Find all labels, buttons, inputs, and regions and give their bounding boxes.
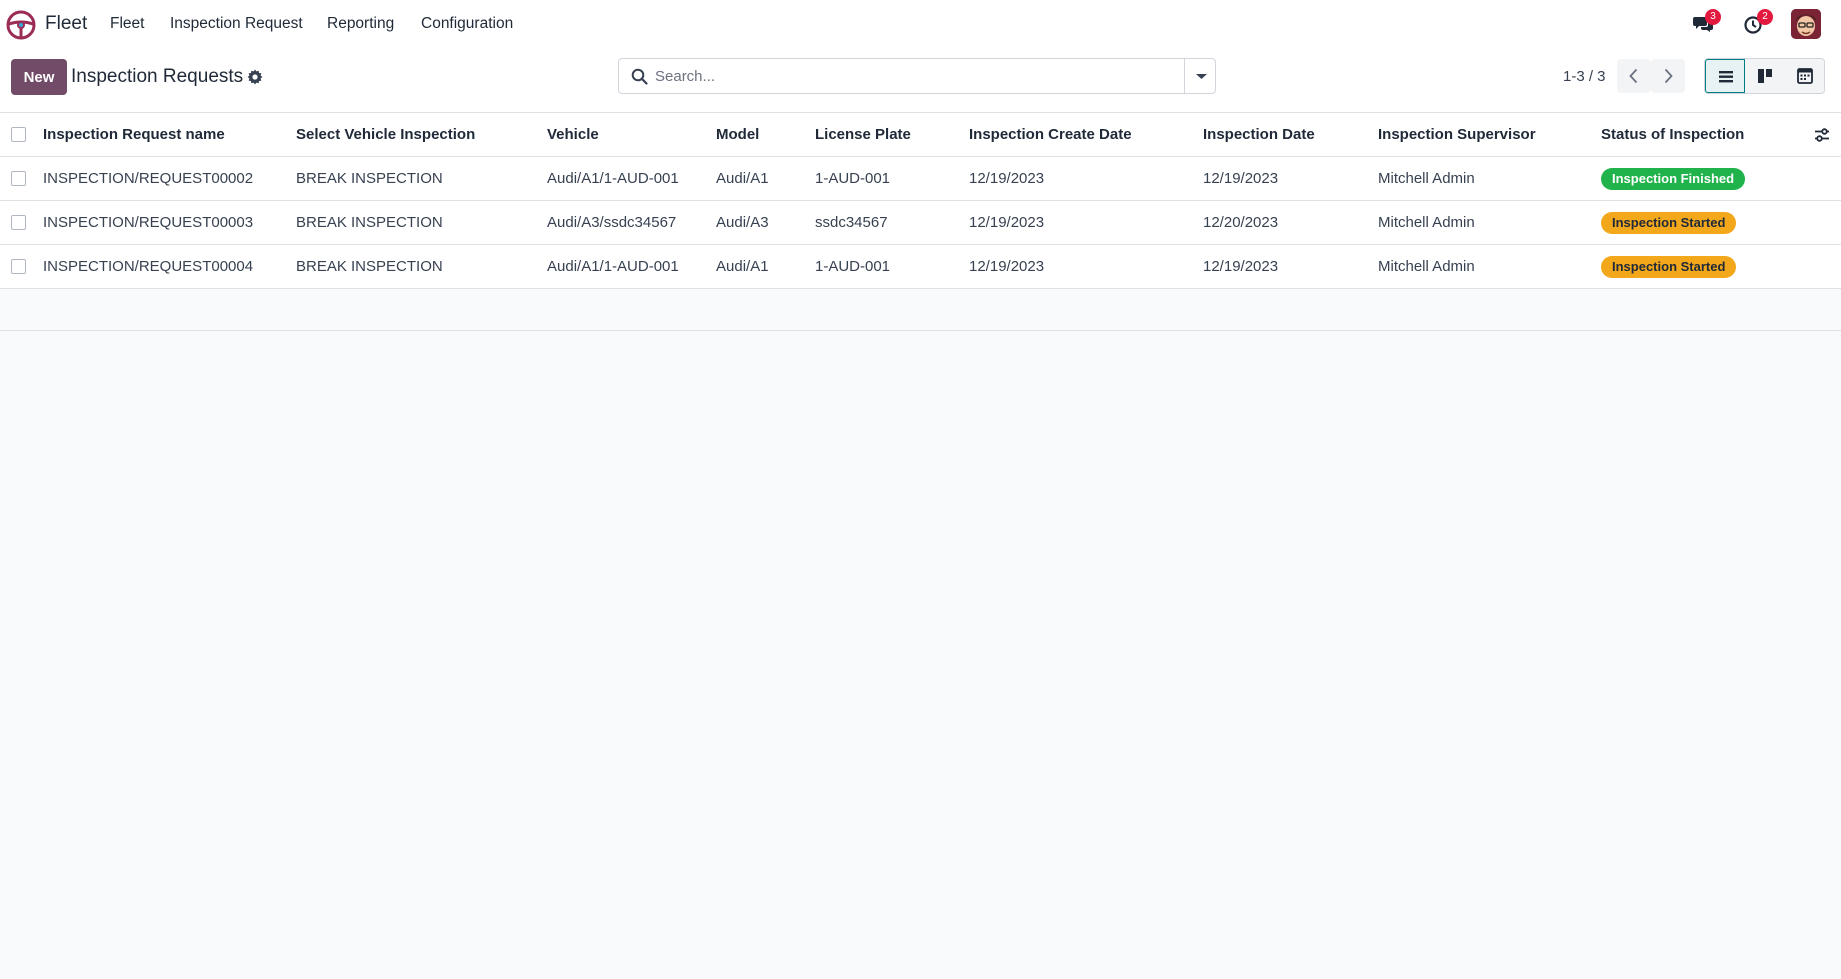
- status-badge: Inspection Finished: [1601, 168, 1746, 191]
- new-button[interactable]: New: [11, 59, 67, 95]
- cell-inspection-date: 12/20/2023: [1203, 214, 1279, 231]
- table-row[interactable]: INSPECTION/REQUEST00003 BREAK INSPECTION…: [0, 201, 1841, 245]
- cell-model: Audi/A3: [716, 214, 769, 231]
- cell-vehicle-inspection: BREAK INSPECTION: [296, 170, 443, 187]
- search-options-toggle[interactable]: [1184, 59, 1217, 93]
- column-header-inspection-date[interactable]: Inspection Date: [1203, 113, 1315, 157]
- cell-license-plate: 1-AUD-001: [815, 170, 891, 187]
- cell-create-date: 12/19/2023: [969, 170, 1045, 187]
- app-name[interactable]: Fleet: [45, 13, 87, 35]
- menu-fleet[interactable]: Fleet: [110, 15, 144, 33]
- kanban-icon: [1758, 69, 1772, 83]
- list-icon: [1719, 71, 1733, 83]
- menu-reporting[interactable]: Reporting: [327, 15, 394, 33]
- cell-name: INSPECTION/REQUEST00003: [43, 214, 254, 231]
- cell-name: INSPECTION/REQUEST00004: [43, 258, 254, 275]
- cell-status: Inspection Started: [1601, 201, 1737, 245]
- optional-columns-icon[interactable]: [1813, 126, 1831, 144]
- column-header-status[interactable]: Status of Inspection: [1601, 113, 1744, 157]
- cell-model: Audi/A1: [716, 258, 769, 275]
- pager-next-button[interactable]: [1651, 59, 1685, 93]
- cell-create-date: 12/19/2023: [969, 214, 1045, 231]
- list-footer: [0, 289, 1841, 331]
- column-header-model[interactable]: Model: [716, 113, 759, 157]
- cell-create-date: 12/19/2023: [969, 258, 1045, 275]
- cell-status: Inspection Started: [1601, 245, 1737, 289]
- column-header-supervisor[interactable]: Inspection Supervisor: [1378, 113, 1536, 157]
- column-header-create-date[interactable]: Inspection Create Date: [969, 113, 1132, 157]
- table-row[interactable]: INSPECTION/REQUEST00004 BREAK INSPECTION…: [0, 245, 1841, 289]
- activities-badge: 2: [1757, 9, 1773, 25]
- view-switcher: [1704, 58, 1825, 94]
- cell-supervisor: Mitchell Admin: [1378, 170, 1475, 187]
- calendar-icon: [1797, 68, 1813, 84]
- table-row[interactable]: INSPECTION/REQUEST00002 BREAK INSPECTION…: [0, 157, 1841, 201]
- user-avatar[interactable]: [1791, 9, 1821, 39]
- list-header: Inspection Request name Select Vehicle I…: [0, 113, 1841, 157]
- column-header-vehicle-inspection[interactable]: Select Vehicle Inspection: [296, 113, 475, 157]
- row-checkbox[interactable]: [11, 259, 26, 274]
- control-panel: New Inspection Requests 1-3 / 3: [0, 47, 1841, 113]
- page-title[interactable]: Inspection Requests: [71, 66, 243, 88]
- search-input[interactable]: [655, 60, 1200, 92]
- cell-status: Inspection Finished: [1601, 157, 1746, 201]
- cell-supervisor: Mitchell Admin: [1378, 258, 1475, 275]
- pager-value[interactable]: 1-3 / 3: [1563, 68, 1606, 85]
- menu-configuration[interactable]: Configuration: [421, 15, 513, 33]
- inspection-requests-list: Inspection Request name Select Vehicle I…: [0, 113, 1841, 331]
- chevron-left-icon: [1629, 68, 1638, 84]
- cell-vehicle: Audi/A3/ssdc34567: [547, 214, 677, 231]
- activities-button[interactable]: 2: [1744, 9, 1773, 36]
- cell-vehicle: Audi/A1/1-AUD-001: [547, 258, 679, 275]
- messages-button[interactable]: 3: [1692, 9, 1721, 36]
- search-bar: [618, 58, 1216, 94]
- select-all-checkbox[interactable]: [11, 127, 26, 142]
- menu-inspection-request[interactable]: Inspection Request: [170, 15, 303, 33]
- column-header-vehicle[interactable]: Vehicle: [547, 113, 599, 157]
- cell-vehicle: Audi/A1/1-AUD-001: [547, 170, 679, 187]
- cell-vehicle-inspection: BREAK INSPECTION: [296, 214, 443, 231]
- top-navbar: Fleet Fleet Inspection Request Reporting…: [0, 0, 1841, 47]
- column-header-license-plate[interactable]: License Plate: [815, 113, 911, 157]
- list-view-button[interactable]: [1705, 59, 1745, 93]
- cell-model: Audi/A1: [716, 170, 769, 187]
- cell-name: INSPECTION/REQUEST00002: [43, 170, 254, 187]
- cell-supervisor: Mitchell Admin: [1378, 214, 1475, 231]
- cell-license-plate: 1-AUD-001: [815, 258, 891, 275]
- status-badge: Inspection Started: [1601, 212, 1737, 235]
- cell-vehicle-inspection: BREAK INSPECTION: [296, 258, 443, 275]
- fleet-app-icon[interactable]: [6, 10, 36, 40]
- cell-license-plate: ssdc34567: [815, 214, 888, 231]
- gear-icon[interactable]: [247, 69, 263, 85]
- column-header-name[interactable]: Inspection Request name: [43, 113, 225, 157]
- pager-previous-button[interactable]: [1617, 59, 1651, 93]
- kanban-view-button[interactable]: [1745, 59, 1785, 93]
- chevron-right-icon: [1664, 68, 1673, 84]
- messages-badge: 3: [1705, 9, 1721, 25]
- calendar-view-button[interactable]: [1785, 59, 1825, 93]
- cell-inspection-date: 12/19/2023: [1203, 258, 1279, 275]
- cell-inspection-date: 12/19/2023: [1203, 170, 1279, 187]
- caret-down-icon: [1196, 74, 1207, 79]
- row-checkbox[interactable]: [11, 171, 26, 186]
- row-checkbox[interactable]: [11, 215, 26, 230]
- search-icon: [631, 68, 648, 85]
- status-badge: Inspection Started: [1601, 256, 1737, 279]
